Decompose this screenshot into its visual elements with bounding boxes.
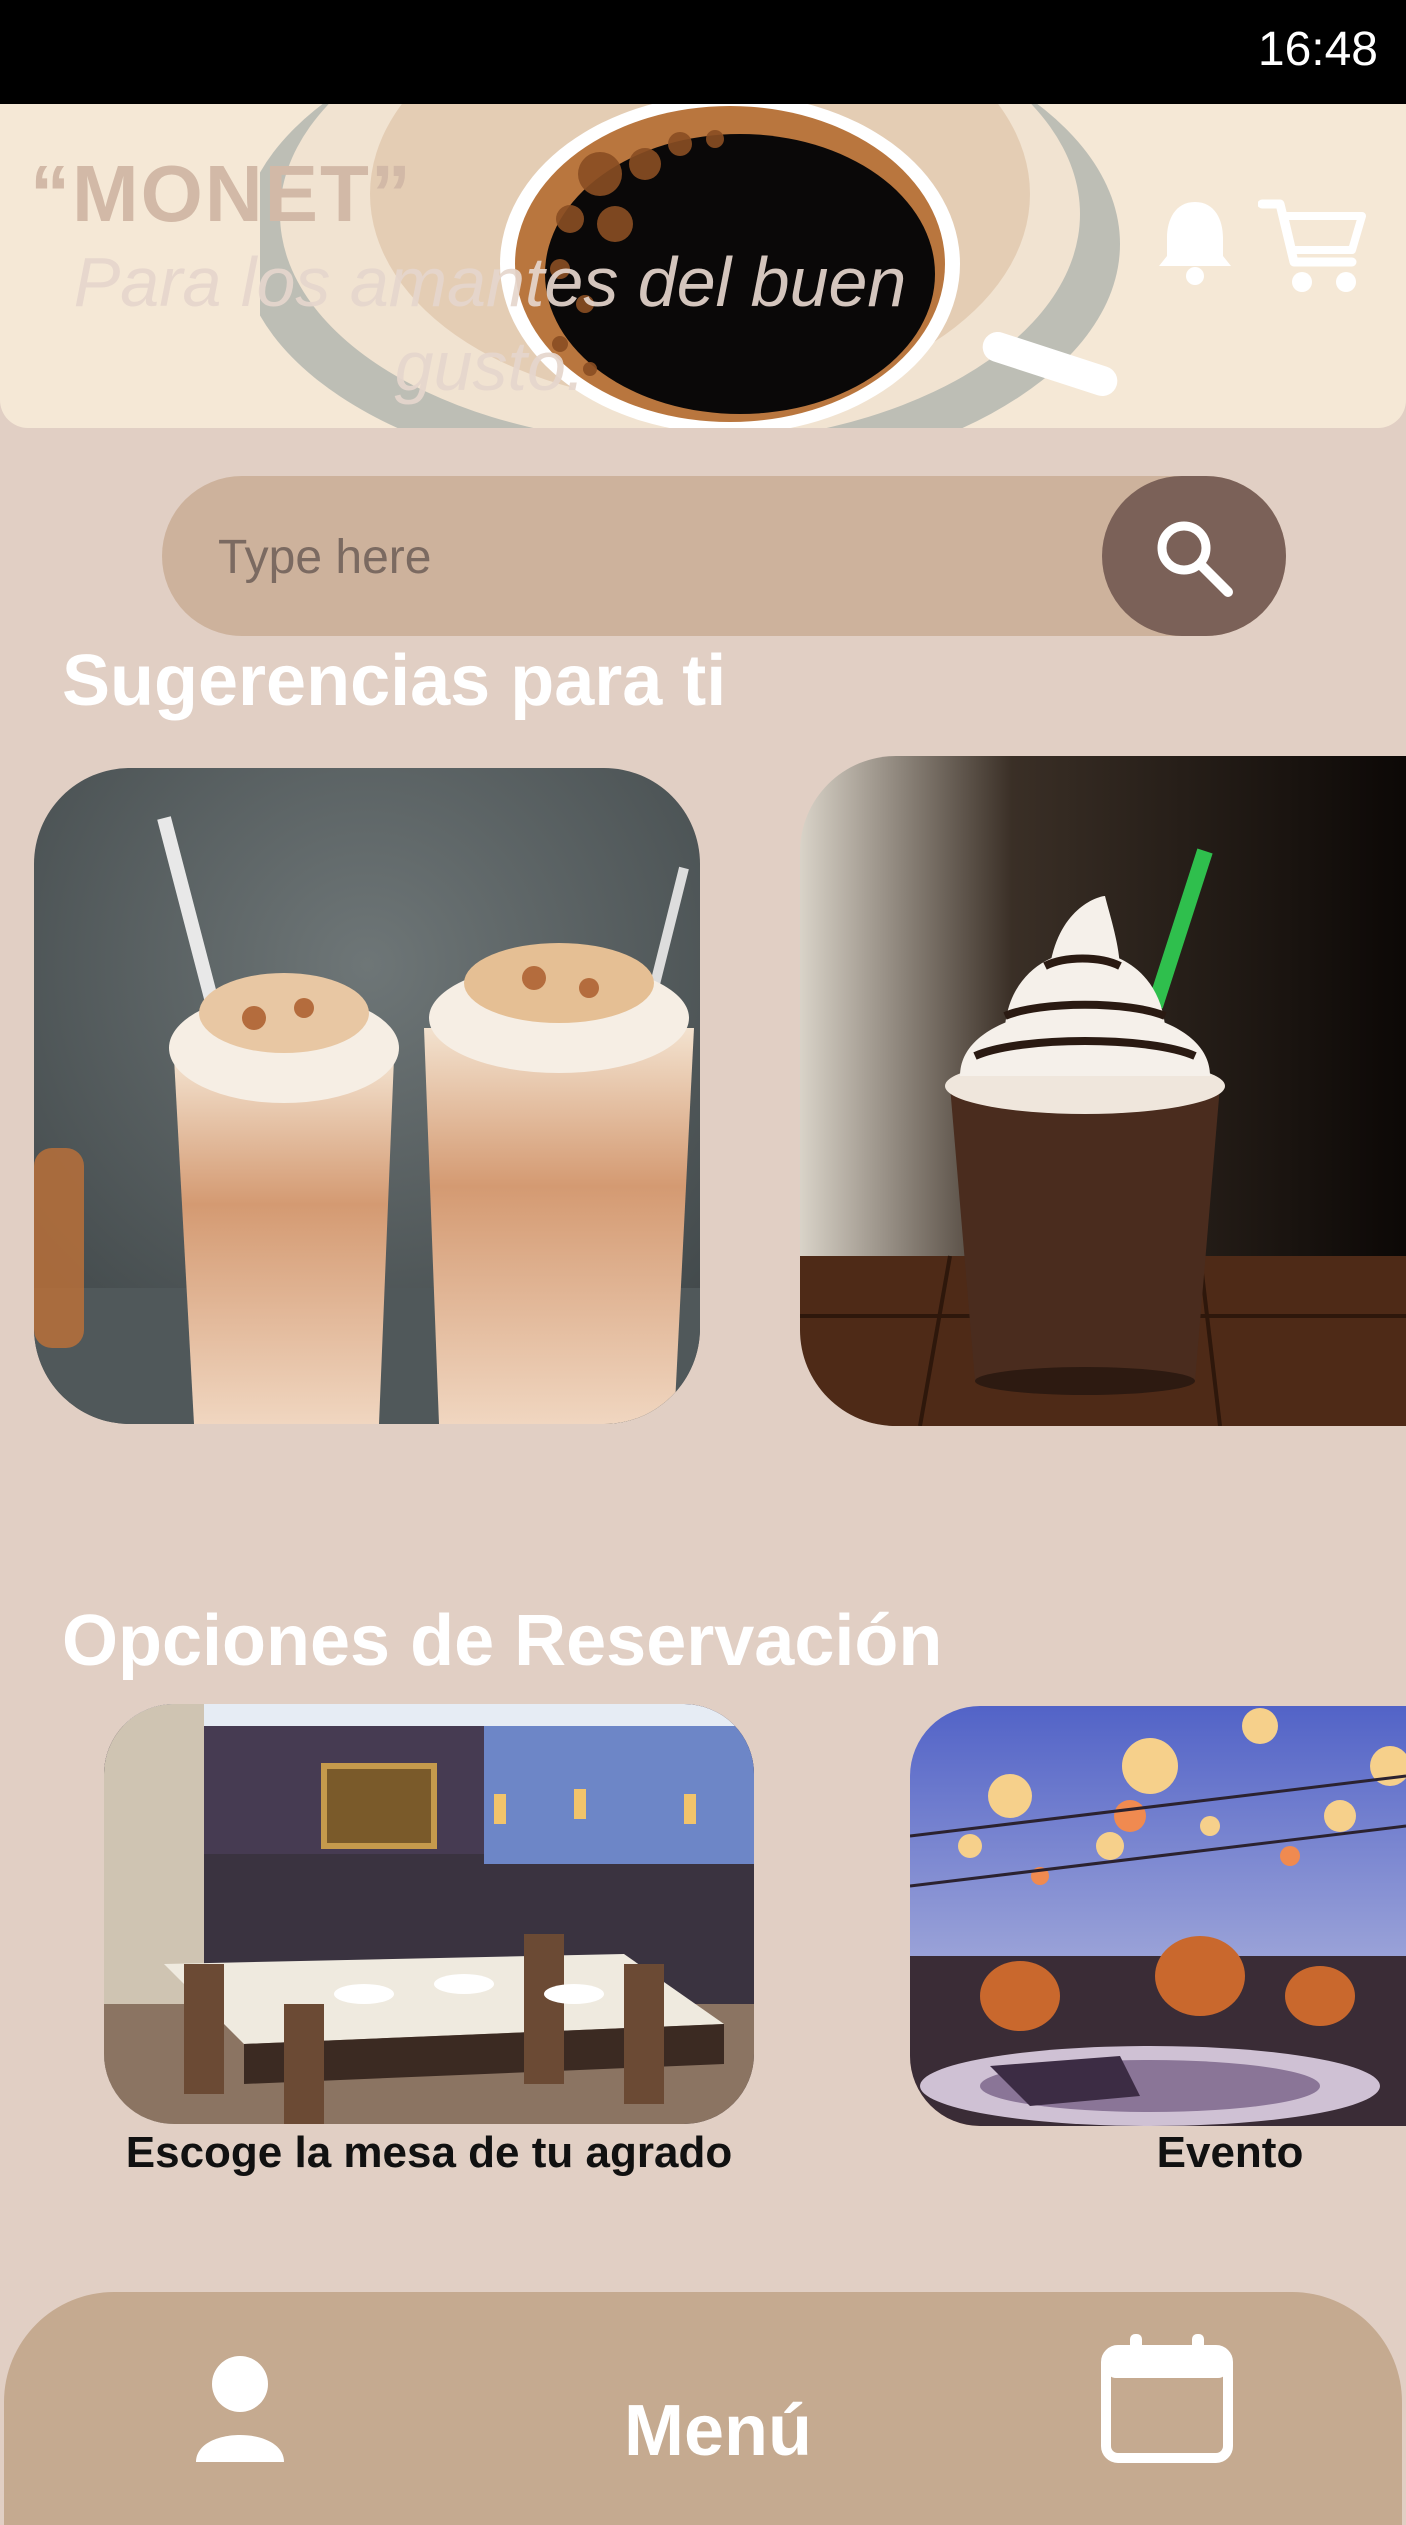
suggestion-card-iced-coffee[interactable] [34,768,700,1424]
suggestion-card-chocolate-frappe[interactable] [800,756,1406,1426]
suggestions-title: Sugerencias para ti [62,641,727,721]
search-button[interactable] [1102,476,1286,636]
reservations-title: Opciones de Reservación [62,1601,943,1681]
search-input[interactable] [216,516,1120,598]
evento-lanterns-photo [910,1706,1406,2126]
search-icon [1157,521,1233,597]
brand-tagline: Para los amantes del buen gusto. [73,243,907,405]
reservation-card-tables[interactable] [104,1704,754,2124]
iced-coffee-shakes-photo [34,768,700,1424]
search-bar [162,476,1286,636]
calendar-icon[interactable] [1100,2332,1234,2469]
user-icon[interactable] [190,2354,290,2469]
chocolate-frappe-photo [800,756,1406,1426]
cart-icon[interactable] [1257,196,1368,301]
bell-icon[interactable] [1155,196,1235,291]
reservation-caption-evento: Evento [1156,2128,1304,2177]
app-header: “MONET” Para los amantes del buen gusto. [0,104,1406,428]
menu-button[interactable]: Menú [624,2390,812,2472]
restaurant-tables-photo [104,1704,754,2124]
status-bar: 16:48 [0,0,1406,104]
brand-name: “MONET” [30,149,413,238]
reservation-caption-tables: Escoge la mesa de tu agrado [125,2128,733,2177]
reservation-card-evento[interactable] [910,1706,1406,2126]
bottom-navigation: Menú [4,2292,1402,2525]
status-time: 16:48 [1257,23,1378,76]
